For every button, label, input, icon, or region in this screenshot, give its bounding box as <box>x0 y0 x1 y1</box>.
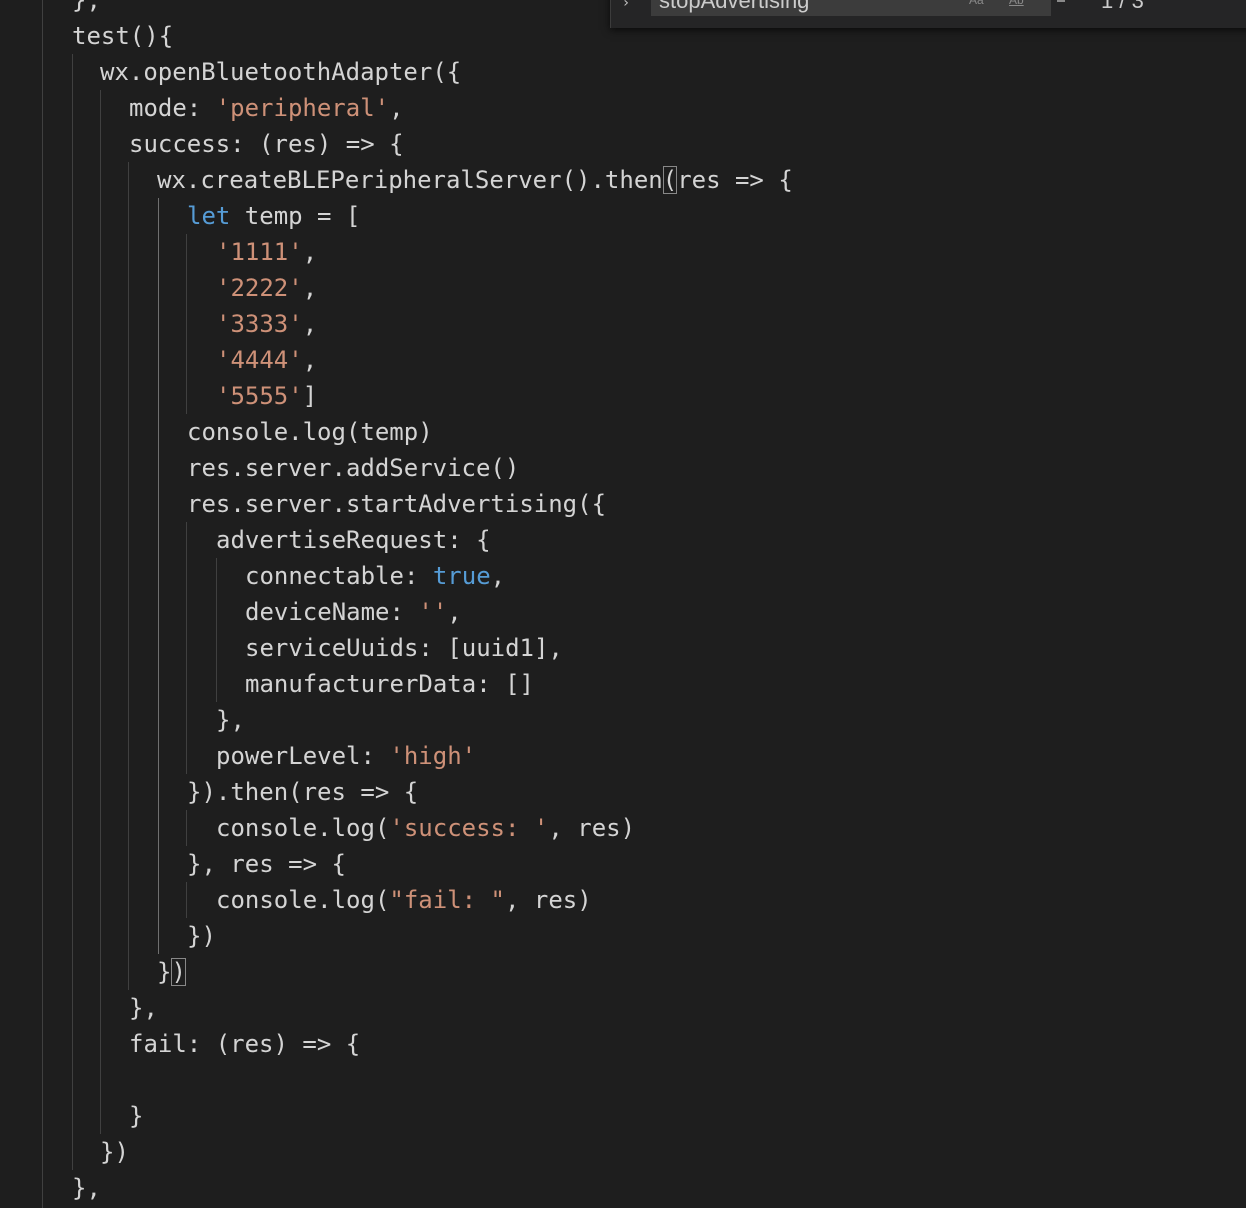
indent-guide <box>186 882 187 918</box>
code-line: }, <box>72 0 101 14</box>
indent-guide <box>186 234 187 414</box>
code-line: wx.openBluetoothAdapter({ <box>100 58 462 86</box>
code-line: deviceName: '', <box>245 598 462 626</box>
code-line: fail: (res) => { <box>129 1030 361 1058</box>
code-line: serviceUuids: [uuid1], <box>245 634 563 662</box>
code-line: '1111', <box>216 238 318 266</box>
code-line: res.server.addService() <box>187 454 520 482</box>
code-line: }, <box>129 994 158 1022</box>
code-editor[interactable]: }, test(){ wx.openBluetoothAdapter({ mod… <box>0 0 1246 1208</box>
code-line: console.log(temp) <box>187 418 433 446</box>
chevron-right-icon[interactable]: › <box>617 0 635 12</box>
code-line: }) <box>187 922 216 950</box>
code-line: manufacturerData: [] <box>245 670 534 698</box>
match-case-toggle[interactable]: Aa <box>969 0 984 8</box>
code-line: let temp = [ <box>187 202 361 230</box>
code-line: success: (res) => { <box>129 130 404 158</box>
indent-guide-active <box>158 198 159 954</box>
code-line: powerLevel: 'high' <box>216 742 477 770</box>
indent-guide <box>186 522 187 774</box>
code-line: }, <box>216 706 245 734</box>
code-line: }) <box>100 1138 129 1166</box>
code-line: }).then(res => { <box>187 778 419 806</box>
find-input[interactable] <box>651 0 1051 16</box>
code-line: }, <box>72 1174 101 1202</box>
code-line: test(){ <box>72 22 174 50</box>
code-line: mode: 'peripheral', <box>129 94 404 122</box>
code-line: }) <box>157 958 186 986</box>
indent-guide <box>186 810 187 846</box>
code-line: console.log("fail: ", res) <box>216 886 592 914</box>
find-widget: › Aa Ab 1 / 3 <box>610 0 1246 28</box>
whole-word-toggle[interactable]: Ab <box>1009 0 1024 8</box>
code-line: '2222', <box>216 274 318 302</box>
code-line: } <box>129 1102 144 1130</box>
match-count: 1 / 3 <box>1101 0 1144 13</box>
code-line: '5555'] <box>216 382 318 410</box>
indent-guide <box>100 90 101 1134</box>
code-line: connectable: true, <box>245 562 506 590</box>
indent-guide <box>128 162 129 990</box>
code-line: wx.createBLEPeripheralServer().then(res … <box>157 166 793 194</box>
code-line: '4444', <box>216 346 318 374</box>
indent-guide <box>216 558 217 702</box>
bracket-match-highlight: ) <box>171 958 186 986</box>
regex-icon[interactable] <box>1057 0 1065 2</box>
indent-guide <box>72 54 73 1170</box>
code-line: res.server.startAdvertising({ <box>187 490 607 518</box>
bracket-match-highlight: ( <box>662 166 678 194</box>
code-line: }, res => { <box>187 850 346 878</box>
code-line: console.log('success: ', res) <box>216 814 636 842</box>
code-line: '3333', <box>216 310 318 338</box>
code-line: advertiseRequest: { <box>216 526 491 554</box>
indent-guide <box>42 0 43 1208</box>
